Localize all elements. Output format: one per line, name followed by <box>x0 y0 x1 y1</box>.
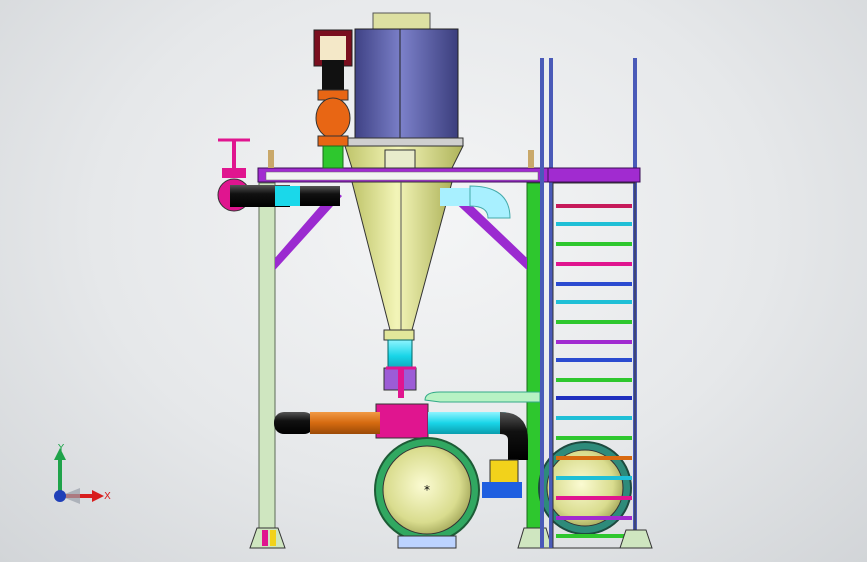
cyclone-cylinder[interactable] <box>344 12 464 147</box>
coordinate-triad: Y X <box>54 443 111 504</box>
x-axis-arrow <box>92 490 104 502</box>
cad-viewport[interactable]: * Y X <box>0 0 867 562</box>
orange-pipe[interactable] <box>274 412 380 434</box>
z-axis-origin <box>54 490 66 502</box>
x-axis-label: X <box>104 491 111 502</box>
cad-model[interactable]: * <box>0 0 867 562</box>
vessel-left[interactable]: * <box>374 437 480 549</box>
cyclone-cone[interactable] <box>344 145 464 391</box>
y-axis-label: Y <box>57 443 65 454</box>
svg-text:*: * <box>424 483 430 497</box>
